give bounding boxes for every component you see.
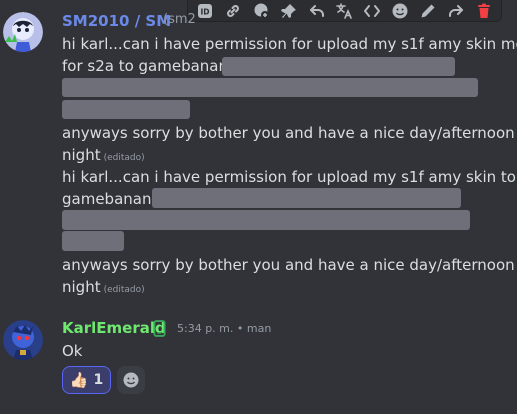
edit-icon[interactable] (416, 1, 440, 21)
code-icon[interactable] (360, 1, 384, 21)
hidden-text-block (62, 78, 478, 97)
emoji-icon[interactable] (388, 1, 412, 21)
hidden-text-block (152, 188, 461, 208)
message-text: for s2a to gamebanana (62, 57, 238, 75)
message-text: Ok (62, 342, 83, 360)
hidden-text-block (62, 231, 124, 251)
message-toolbar: ID (187, 0, 502, 22)
message-timestamp: 5:34 p. m. • man (177, 322, 272, 335)
avatar[interactable] (3, 320, 43, 360)
message-text: anyways sorry by bother you and have a n… (62, 256, 517, 274)
hidden-text-block (222, 57, 455, 76)
forward-icon[interactable] (444, 1, 468, 21)
hidden-text-block (62, 100, 190, 119)
message-text: hi karl...can i have permission for uplo… (62, 168, 516, 186)
message-text: night (editado) (62, 276, 145, 301)
message-text-end: night (62, 146, 101, 164)
edited-label: (editado) (103, 153, 145, 163)
message-text: anyways sorry by bother you and have a n… (62, 124, 517, 142)
id-icon[interactable]: ID (193, 1, 217, 21)
link-icon[interactable] (221, 1, 245, 21)
mobile-icon (153, 320, 166, 341)
hidden-text-block (62, 210, 470, 230)
message-text-end: night (62, 278, 101, 296)
author-name[interactable]: SM2010 / SM (62, 12, 171, 30)
reaction-count: 1 (93, 372, 104, 388)
pin-icon[interactable] (277, 1, 301, 21)
reply-icon[interactable] (305, 1, 329, 21)
reply-history-icon[interactable] (249, 1, 273, 21)
add-reaction-icon (123, 372, 139, 388)
message-text: gamebanana (62, 190, 161, 208)
translate-icon[interactable] (332, 1, 356, 21)
svg-text:ID: ID (200, 7, 209, 16)
message-text: hi karl...can i have permission for uplo… (62, 35, 517, 53)
edited-label: (editado) (103, 285, 145, 295)
reaction-button[interactable]: 👍🏻 1 (62, 366, 111, 394)
author-tag: (sm2 (163, 12, 196, 27)
author-name[interactable]: KarlEmerald (62, 319, 166, 337)
delete-icon[interactable] (472, 1, 496, 21)
avatar[interactable] (3, 12, 43, 52)
thumbs-up-emoji: 👍🏻 (69, 371, 89, 389)
add-reaction-button[interactable] (117, 366, 145, 394)
